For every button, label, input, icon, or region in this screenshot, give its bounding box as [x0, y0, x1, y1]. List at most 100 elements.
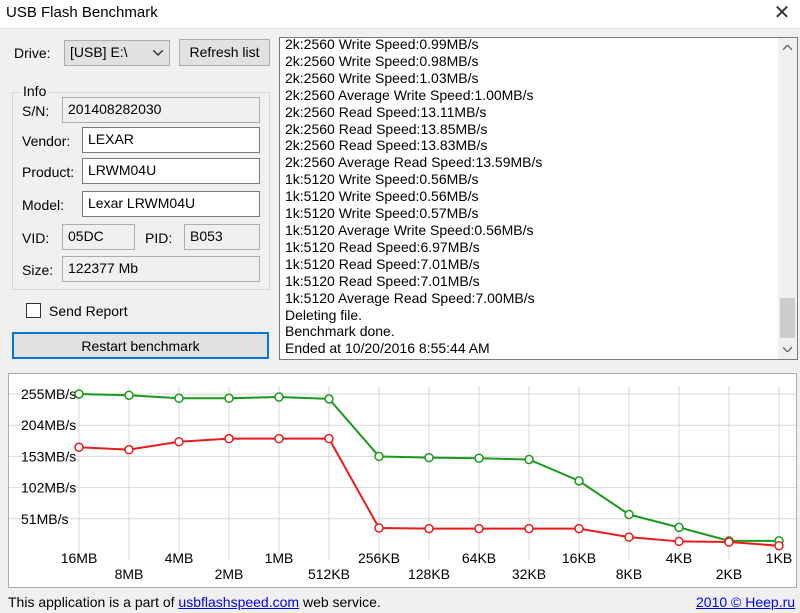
data-point — [474, 523, 484, 534]
log-line: 1k:5120 Read Speed:6.97MB/s — [285, 238, 480, 255]
data-point — [74, 389, 84, 399]
data-point — [474, 453, 484, 463]
copyright-text: 2010 © — [696, 594, 746, 610]
log-line: Deleting file. — [285, 306, 363, 323]
log-line: 2k:2560 Write Speed:1.03MB/s — [285, 69, 479, 86]
window-title: USB Flash Benchmark — [6, 4, 158, 21]
data-point — [224, 433, 234, 444]
x-tick-label: 16KB — [562, 550, 596, 566]
log-line: 2k:2560 Read Speed:13.11MB/s — [285, 103, 487, 120]
status-text: This application is a part of — [8, 594, 179, 610]
x-tick-label: 4KB — [666, 550, 692, 566]
pid-field: B053 — [184, 224, 260, 250]
send-report-checkbox[interactable] — [26, 303, 41, 318]
pid-label: PID: — [145, 230, 173, 246]
scroll-down-icon[interactable] — [783, 347, 792, 352]
y-tick-label: 51MB/s — [21, 511, 68, 527]
scroll-up-icon[interactable] — [783, 45, 792, 50]
log-line: 2k:2560 Average Write Speed:1.00MB/s — [285, 86, 534, 103]
data-point — [374, 523, 384, 533]
data-point — [574, 476, 584, 486]
log-line: Benchmark done. — [285, 323, 395, 340]
title-bar: USB Flash Benchmark ✕ — [0, 0, 800, 29]
heep-link[interactable]: Heep.ru — [745, 594, 795, 610]
x-tick-label: 2KB — [716, 566, 742, 582]
data-point — [174, 436, 184, 447]
usbflashspeed-link[interactable]: usbflashspeed.com — [178, 594, 299, 610]
data-point — [574, 523, 584, 534]
log-line: 2k:2560 Average Read Speed:13.59MB/s — [285, 154, 543, 171]
data-point — [424, 523, 434, 534]
data-point — [224, 393, 234, 404]
restart-benchmark-button[interactable]: Restart benchmark — [12, 332, 269, 359]
data-point — [274, 433, 284, 444]
log-line: Ended at 10/20/2016 8:55:44 AM — [285, 340, 490, 357]
chevron-down-icon — [153, 50, 163, 56]
vendor-label: Vendor: — [22, 133, 71, 149]
y-tick-label: 255MB/s — [21, 386, 76, 402]
product-label: Product: — [22, 164, 75, 180]
log-scrollbar[interactable] — [778, 38, 797, 359]
log-line: 1k:5120 Average Read Speed:7.00MB/s — [285, 289, 535, 306]
info-group-label: Info — [20, 83, 50, 99]
sn-field: 201408282030 — [62, 97, 260, 123]
chart-svg: 255MB/s 204MB/s 153MB/s 102MB/s 51MB/s 16MB 8M… — [9, 386, 796, 582]
product-field[interactable]: LRWM04U — [82, 158, 260, 184]
vendor-field[interactable]: LEXAR — [82, 127, 260, 153]
log-line: 2k:2560 Write Speed:0.98MB/s — [285, 52, 479, 69]
benchmark-log[interactable]: 2k:2560 Write Speed:0.99MB/s 2k:2560 Wri… — [279, 37, 798, 360]
y-tick-label: 204MB/s — [21, 417, 76, 433]
vid-field: 05DC — [62, 224, 135, 250]
data-point — [174, 393, 184, 404]
data-point — [674, 536, 684, 547]
log-line: 1k:5120 Average Write Speed:0.56MB/s — [285, 221, 534, 238]
data-point — [724, 537, 734, 547]
speed-chart: 255MB/s 204MB/s 153MB/s 102MB/s 51MB/s 16MB 8M… — [8, 373, 797, 588]
drive-select-value: [USB] E:\ — [70, 44, 128, 60]
data-point — [324, 394, 334, 404]
data-point — [374, 451, 384, 462]
refresh-list-button[interactable]: Refresh list — [179, 39, 270, 66]
log-line: 2k:2560 Read Speed:13.83MB/s — [285, 137, 488, 154]
data-point — [524, 454, 534, 465]
drive-select[interactable]: [USB] E:\ — [64, 40, 170, 66]
data-point — [124, 390, 134, 400]
data-point — [624, 532, 634, 542]
x-tick-label: 128KB — [408, 566, 450, 582]
data-point — [774, 540, 784, 551]
log-line: 1k:5120 Write Speed:0.56MB/s — [285, 188, 479, 205]
status-text-end: web service. — [299, 594, 381, 610]
size-label: Size: — [22, 262, 54, 278]
x-tick-label: 4MB — [165, 550, 194, 566]
data-point — [74, 442, 84, 452]
x-tick-label: 64KB — [462, 550, 496, 566]
model-label: Model: — [22, 197, 65, 213]
x-tick-label: 1KB — [766, 550, 792, 566]
x-tick-label: 1MB — [265, 550, 294, 566]
send-report-label: Send Report — [49, 303, 128, 319]
data-point — [274, 392, 284, 402]
x-tick-label: 32KB — [512, 566, 546, 582]
x-tick-label: 8MB — [115, 566, 144, 582]
log-line: 1k:5120 Read Speed:7.01MB/s — [285, 255, 480, 272]
x-tick-label: 512KB — [308, 566, 350, 582]
log-line: 2k:2560 Write Speed:0.99MB/s — [285, 37, 479, 52]
close-icon[interactable]: ✕ — [764, 0, 800, 28]
data-point — [624, 509, 634, 520]
status-right: 2010 © Heep.ru — [696, 594, 795, 610]
drive-label: Drive: — [14, 45, 51, 61]
size-field: 122377 Mb — [62, 256, 260, 282]
model-field[interactable]: Lexar LRWM04U — [82, 191, 260, 217]
y-tick-label: 102MB/s — [21, 480, 76, 496]
x-tick-label: 256KB — [358, 550, 400, 566]
log-lines: 2k:2560 Write Speed:0.99MB/s 2k:2560 Wri… — [285, 37, 543, 357]
scrollbar-thumb[interactable] — [780, 298, 795, 338]
status-left: This application is a part of usbflashsp… — [8, 594, 381, 610]
data-point — [674, 522, 684, 533]
log-line: 1k:5120 Read Speed:7.01MB/s — [285, 272, 480, 289]
x-tick-label: 16MB — [61, 550, 98, 566]
data-point — [424, 452, 434, 463]
log-line: 2k:2560 Read Speed:13.85MB/s — [285, 120, 488, 137]
x-tick-label: 2MB — [215, 566, 244, 582]
data-point — [524, 523, 534, 534]
